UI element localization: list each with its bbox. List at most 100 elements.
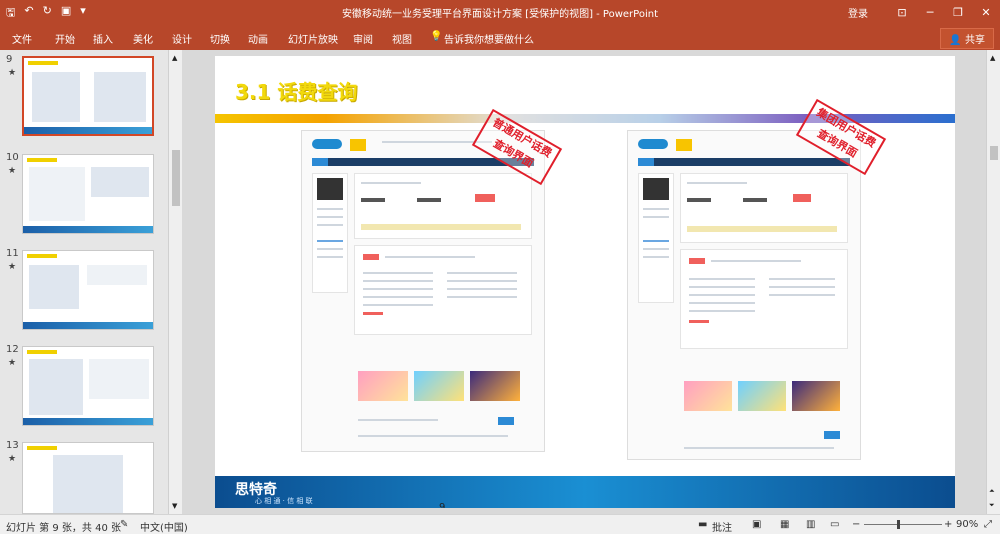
slide-footer-banner: 思特奇 心 相 通 · 信 相 联 — [215, 476, 955, 508]
balance-figure — [475, 194, 495, 202]
tab-home[interactable]: 开始 — [55, 31, 75, 46]
mini-screenshot — [94, 72, 146, 122]
mini-screenshot — [32, 72, 80, 122]
detail-table — [680, 249, 848, 349]
mini-text-block — [89, 359, 149, 399]
tab-transitions[interactable]: 切换 — [210, 31, 230, 46]
thumb-number: 11 — [6, 248, 19, 259]
thumb-number: 12 — [6, 344, 19, 355]
ribbon-display-icon[interactable]: ⊡ — [888, 6, 916, 19]
mini-footer — [23, 322, 153, 329]
mini-footer — [23, 226, 153, 233]
thumb-number: 10 — [6, 152, 19, 163]
slide-scrollbar[interactable]: ▲ ⏶ ⏷ — [986, 50, 1000, 514]
scroll-down-icon[interactable]: ▼ — [172, 502, 177, 510]
promo-banner-3 — [470, 371, 520, 401]
tab-file[interactable]: 文件 — [12, 31, 32, 46]
zoom-slider[interactable] — [864, 520, 942, 529]
next-slide-icon[interactable]: ⏷ — [989, 501, 995, 510]
mini-screenshot — [53, 455, 123, 513]
slide-thumbnail-panel: 9 ★ 10 ★ 11 ★ 12 ★ 13 ★ — [0, 50, 168, 514]
thumb-star-icon: ★ — [8, 166, 17, 176]
thumbnail-scrollbar[interactable]: ▲ ▼ — [168, 50, 182, 514]
mini-text-block — [29, 167, 85, 221]
slide-canvas[interactable]: 3.1 话费查询 普通用户话费查询界面 集团用户话费查询界面 思特奇 心 相 通… — [215, 56, 955, 508]
restore-icon[interactable]: ❐ — [944, 6, 972, 19]
tell-me-box[interactable]: 告诉我你想要做什么 — [444, 31, 534, 46]
lightbulb-icon: 💡 — [430, 31, 443, 42]
slideshow-icon[interactable]: ▭ — [830, 519, 839, 530]
promo-banner-1 — [684, 381, 732, 411]
mini-title — [28, 61, 58, 65]
login-link[interactable]: 登录 — [848, 5, 868, 20]
slide-thumbnail-9[interactable] — [22, 56, 154, 136]
promo-banner-2 — [738, 381, 786, 411]
tab-insert[interactable]: 插入 — [93, 31, 113, 46]
slide-editor: 3.1 话费查询 普通用户话费查询界面 集团用户话费查询界面 思特奇 心 相 通… — [182, 50, 986, 514]
thumb-star-icon: ★ — [8, 358, 17, 368]
zoom-out-icon[interactable]: − — [852, 519, 860, 530]
zoom-slider-thumb[interactable] — [897, 520, 900, 529]
thumb-star-icon: ★ — [8, 454, 17, 464]
promo-banner-1 — [358, 371, 408, 401]
company-slogan: 心 相 通 · 信 相 联 — [255, 497, 313, 505]
tab-slideshow[interactable]: 幻灯片放映 — [288, 31, 338, 46]
china-mobile-logo — [638, 139, 668, 149]
avatar — [643, 178, 669, 200]
mini-screenshot — [29, 265, 79, 309]
total-figure — [689, 320, 709, 323]
slide-thumbnail-10[interactable] — [22, 154, 154, 234]
close-icon[interactable]: ✕ — [972, 6, 1000, 19]
zoom-level[interactable]: 90% — [956, 519, 978, 530]
comments-icon[interactable]: ▬ — [698, 519, 707, 530]
title-bar: 🖫 ↶ ↻ ▣ ▾ 安徽移动统一业务受理平台界面设计方案 [受保护的视图] - … — [0, 0, 1000, 24]
mini-screenshot — [29, 359, 83, 415]
submit-button — [498, 417, 514, 425]
promo-banner-2 — [414, 371, 464, 401]
balance-panel — [680, 173, 848, 243]
scroll-up-icon[interactable]: ▲ — [172, 54, 177, 62]
mini-footer — [23, 418, 153, 425]
logo-badge — [676, 139, 692, 151]
thumb-star-icon: ★ — [8, 68, 17, 78]
slide-page-number: 9 — [439, 502, 446, 508]
side-profile — [638, 173, 674, 303]
normal-view-icon[interactable]: ▣ — [752, 519, 761, 530]
side-profile — [312, 173, 348, 293]
balance-figure — [793, 194, 811, 202]
slide-sorter-icon[interactable]: ▦ — [780, 519, 789, 530]
zoom-in-icon[interactable]: + — [944, 519, 952, 530]
ribbon-tabs: 文件 开始 插入 美化 设计 切换 动画 幻灯片放映 审阅 视图 💡 告诉我你想… — [0, 24, 1000, 50]
scroll-thumb[interactable] — [990, 146, 998, 160]
total-figure — [363, 312, 383, 315]
thumb-number: 13 — [6, 440, 19, 451]
slide-thumbnail-12[interactable] — [22, 346, 154, 426]
fit-slide-icon[interactable]: ⤢ — [984, 519, 992, 530]
logo-badge — [350, 139, 366, 151]
slide-thumbnail-11[interactable] — [22, 250, 154, 330]
mini-title — [27, 446, 57, 450]
scroll-up-icon[interactable]: ▲ — [990, 54, 995, 62]
prev-slide-icon[interactable]: ⏶ — [989, 487, 995, 496]
thumb-number: 9 — [6, 54, 13, 65]
tab-beautify[interactable]: 美化 — [133, 31, 153, 46]
minimize-icon[interactable]: ─ — [916, 6, 944, 19]
share-icon: 👤 — [949, 35, 962, 46]
slide-counter: 幻灯片 第 9 张，共 40 张 — [6, 523, 121, 534]
language-indicator[interactable]: 中文(中国) — [140, 519, 188, 534]
scroll-thumb[interactable] — [172, 150, 180, 206]
notes-button[interactable]: 批注 — [712, 519, 732, 534]
tab-design[interactable]: 设计 — [172, 31, 192, 46]
slide-thumbnail-13[interactable] — [22, 442, 154, 514]
submit-button — [824, 431, 840, 439]
tab-animations[interactable]: 动画 — [248, 31, 268, 46]
tab-view[interactable]: 视图 — [392, 31, 412, 46]
tab-review[interactable]: 审阅 — [353, 31, 373, 46]
mini-title — [27, 350, 57, 354]
reading-view-icon[interactable]: ▥ — [806, 519, 815, 530]
spellcheck-icon[interactable]: ✎ — [120, 519, 128, 530]
share-button[interactable]: 👤 共享 — [940, 28, 994, 49]
mini-title — [27, 158, 57, 162]
nav-bar — [638, 158, 850, 166]
screenshot-group-user — [627, 130, 861, 460]
